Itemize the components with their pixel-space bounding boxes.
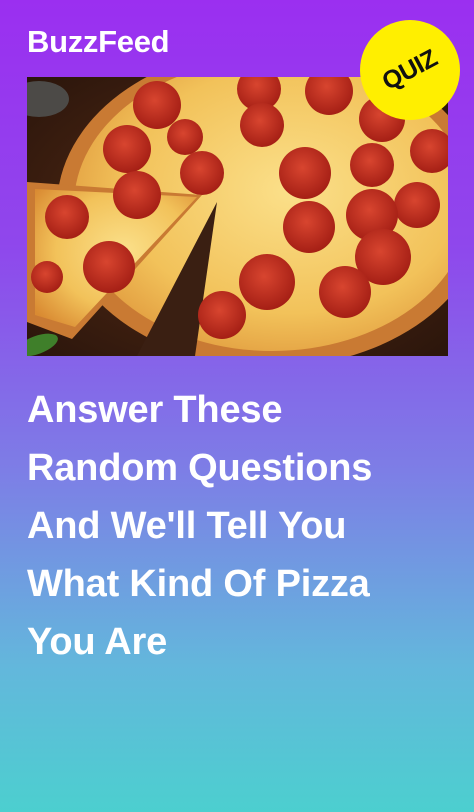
- quiz-title-line: And We'll Tell You: [27, 505, 347, 547]
- quiz-title-line: What Kind Of Pizza: [27, 563, 370, 605]
- quiz-badge-label: QUIZ: [377, 43, 442, 96]
- brand-logo[interactable]: BuzzFeed: [27, 24, 170, 60]
- pizza-illustration: [27, 77, 448, 356]
- quiz-title[interactable]: Answer These Random Questions And We'll …: [27, 381, 457, 671]
- quiz-card[interactable]: BuzzFeed QUIZ Answer These Random Questi…: [0, 0, 474, 812]
- quiz-title-line: You Are: [27, 621, 168, 663]
- quiz-badge: QUIZ: [360, 20, 460, 120]
- quiz-title-line: Answer These: [27, 389, 283, 431]
- quiz-title-line: Random Questions: [27, 447, 373, 489]
- pizza-photo: [27, 77, 448, 356]
